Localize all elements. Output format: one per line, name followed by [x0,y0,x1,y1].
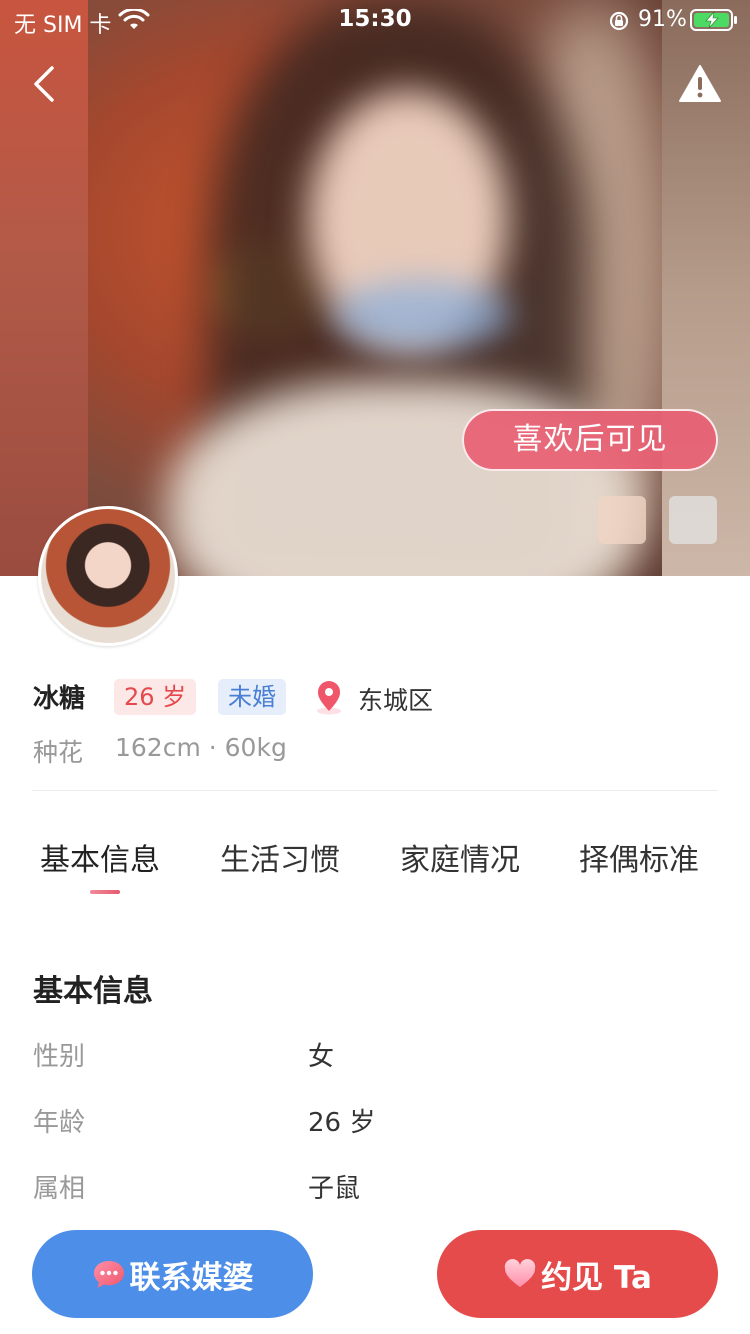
profile-photo [88,0,663,576]
occupation: 种花 [33,738,84,767]
info-label-gender: 性别 [33,1042,86,1072]
avatar[interactable] [38,506,178,646]
chat-bubble-icon [93,1261,124,1288]
battery-percentage: 91% [638,7,687,32]
info-value-gender: 女 [308,1042,335,1072]
location-text: 东城区 [358,686,434,715]
info-value-age: 26 岁 [308,1108,376,1138]
info-value-zodiac: 子鼠 [308,1174,361,1204]
battery-charging-icon [690,9,737,31]
info-label-zodiac: 属相 [33,1174,86,1204]
report-warning-icon[interactable] [678,64,722,104]
meet-label: 约见 Ta [541,1259,652,1296]
meet-button[interactable]: 约见 Ta [437,1230,718,1318]
tab-basic-info[interactable]: 基本信息 [40,835,160,879]
status-bar: 无 SIM 卡 15:30 91% [0,0,750,40]
tab-family[interactable]: 家庭情况 [400,835,520,879]
contact-matchmaker-button[interactable]: 联系媒婆 [32,1230,313,1318]
active-tab-indicator [90,890,120,894]
user-name: 冰糖 [33,684,86,714]
height-weight: 162cm · 60kg [115,733,287,762]
like-to-view-button[interactable]: 喜欢后可见 [462,409,718,471]
heart-icon [504,1259,536,1287]
age-badge: 26 岁 [114,679,197,715]
profile-photo-gallery[interactable]: 喜欢后可见 [0,0,750,576]
info-label-age: 年龄 [33,1108,86,1138]
photo-thumbnail[interactable] [598,496,646,544]
tab-lifestyle[interactable]: 生活习惯 [220,835,340,879]
orientation-lock-icon [609,11,629,31]
divider [32,790,718,791]
section-title: 基本信息 [33,966,163,1010]
back-arrow-icon[interactable] [26,62,66,106]
contact-matchmaker-label: 联系媒婆 [129,1259,254,1296]
tab-partner-criteria[interactable]: 择偶标准 [579,835,699,879]
photo-thumbnail[interactable] [669,496,717,544]
marital-status-badge: 未婚 [218,679,286,715]
location-pin-icon [317,681,341,715]
